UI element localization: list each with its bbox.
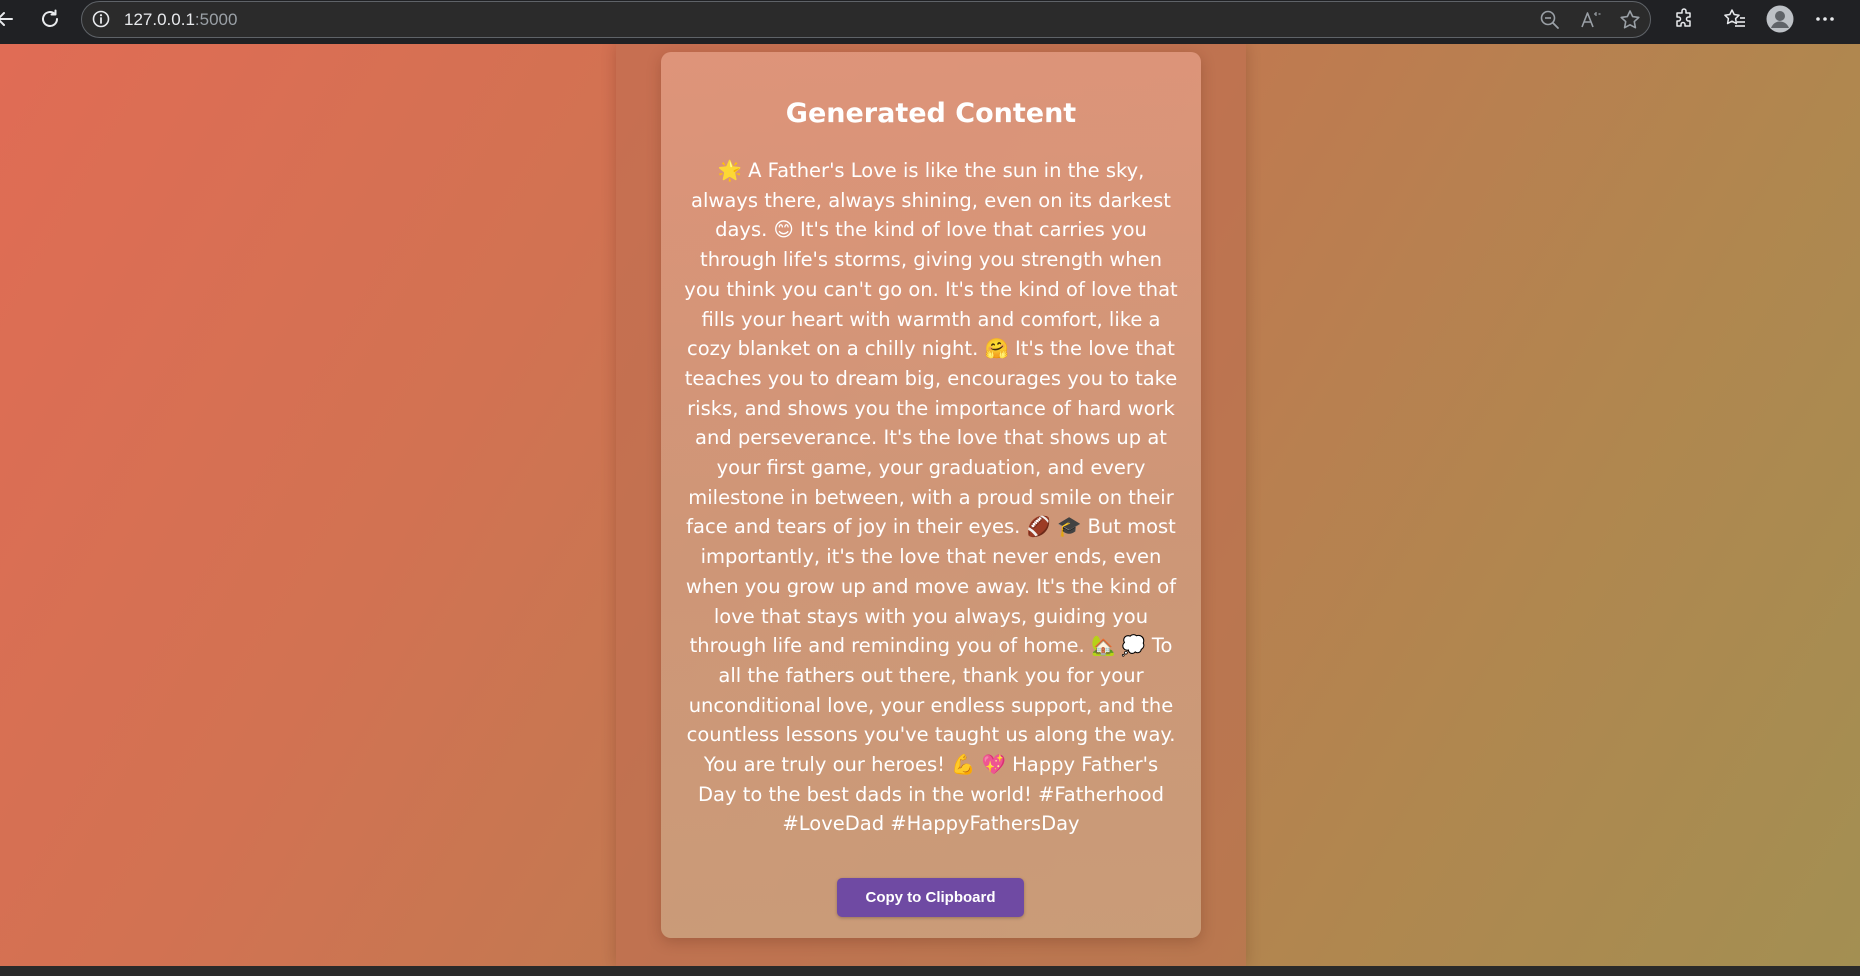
zoom-out-icon[interactable] bbox=[1539, 9, 1561, 31]
url-host: 127.0.0.1 bbox=[124, 10, 195, 29]
extensions-puzzle-icon[interactable] bbox=[1673, 7, 1697, 31]
generated-content-card: Generated Content 🌟 A Father's Love is l… bbox=[661, 52, 1201, 938]
generated-text: 🌟 A Father's Love is like the sun in the… bbox=[684, 159, 1178, 836]
window-bottom-edge bbox=[0, 966, 1860, 976]
favorites-list-icon[interactable] bbox=[1723, 7, 1747, 31]
read-aloud-icon[interactable] bbox=[1579, 8, 1603, 32]
favorite-star-icon[interactable] bbox=[1618, 8, 1642, 32]
address-bar[interactable]: 127.0.0.1:5000 bbox=[81, 1, 1651, 38]
back-arrow-icon[interactable] bbox=[0, 8, 16, 30]
profile-avatar-icon[interactable] bbox=[1766, 5, 1794, 33]
more-menu-icon[interactable] bbox=[1813, 7, 1837, 31]
page-viewport: Generated Content 🌟 A Father's Love is l… bbox=[0, 44, 1860, 966]
copy-to-clipboard-button[interactable]: Copy to Clipboard bbox=[837, 878, 1024, 917]
url-text[interactable]: 127.0.0.1:5000 bbox=[124, 2, 237, 37]
url-port: :5000 bbox=[194, 10, 238, 29]
reload-icon[interactable] bbox=[38, 7, 62, 31]
browser-toolbar: 127.0.0.1:5000 bbox=[0, 0, 1860, 44]
site-info-icon[interactable] bbox=[91, 9, 111, 29]
card-title: Generated Content bbox=[785, 98, 1077, 129]
